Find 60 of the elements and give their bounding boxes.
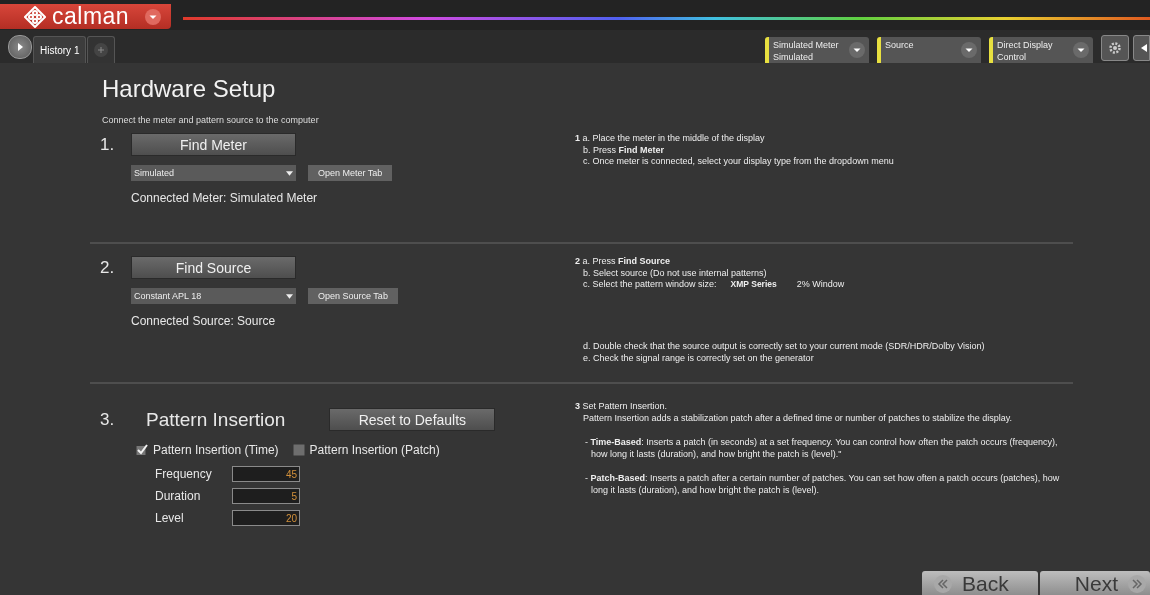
play-icon[interactable] [8,34,32,59]
gear-icon [1108,41,1122,55]
open-tab-button[interactable]: Open Meter Tab [308,165,393,181]
instruction-text: - Time-Based: Inserts a patch (in seconds) at a set frequency. You can control how often the patch occurs (frequency), how long it lasts (duration), and how bright the patch is (level)." [584,436,1059,460]
field-label: Duration [155,489,202,503]
number-field[interactable]: 45 [232,466,300,482]
caret-icon [849,42,865,58]
window-label: 2% Window [796,279,845,291]
status-text: Connected Source: Source [131,314,277,328]
caret-icon [145,8,162,25]
instruction-text: c. Select the pattern window size: [583,279,717,291]
caret-icon [1073,42,1089,58]
page-title: Hardware Setup [102,75,277,103]
back-button[interactable]: Back [922,571,1038,595]
status-text: Connected Meter: Simulated Meter [131,191,319,205]
instruction-text: - Patch-Based: Inserts a patch after a certain number of patches. You can set how often a patch occurs (patches), how long it lasts (duration), and how bright the patch is (level). [584,472,1061,496]
checkbox-label: Pattern Insertion (Time) [153,443,279,457]
instruction-text: e. Check the signal range is correctly set on the generator [582,352,815,364]
caret-icon [961,42,977,58]
device-dropdown[interactable]: Source [877,37,981,63]
instruction-text: 2 a. Press Find Source [575,256,672,268]
tab[interactable]: History 1 [33,36,87,63]
find-button[interactable]: Find Meter [131,133,296,156]
dropdown[interactable]: Simulated [131,165,296,181]
checkbox-label: Pattern Insertion (Patch) [309,443,440,457]
number-field[interactable]: 5 [232,488,300,504]
arrow-left-icon [1139,43,1149,53]
chevrons-icon [934,575,952,593]
device-dropdown[interactable]: Direct Display Control [989,37,1093,63]
caret-icon [286,170,293,176]
instruction-text: 3 Set Pattern Insertion. [575,400,669,412]
instruction-text: b. Select source (Do not use internal patterns) [582,267,768,279]
caret-icon [286,293,293,299]
instruction-text: Pattern Insertion adds a stabilization patch after a defined time or number of patches to stabilize the display. [582,412,1014,424]
chevrons-icon [1128,575,1146,593]
field-label: Frequency [155,467,213,481]
instruction-text: 1 a. Place the meter in the middle of the display [575,133,766,145]
series-label: XMP Series [730,279,777,291]
settings-button[interactable] [1101,35,1129,61]
step-number: 2. [99,257,116,278]
diamond-icon [24,5,46,28]
checkbox[interactable] [136,444,148,456]
instruction-text: d. Double check that the source output is correctly set to your current mode (SDR/HDR/Dolby Vision) [582,341,986,353]
open-tab-button[interactable]: Open Source Tab [308,288,398,304]
number-field[interactable]: 20 [232,510,300,526]
step-number: 3. [99,409,116,430]
instruction-text: c. Once meter is connected, select your display type from the dropdown menu [582,156,895,168]
section-title: Pattern Insertion [146,408,286,431]
reset-button[interactable]: Reset to Defaults [329,408,496,431]
device-dropdown[interactable]: Simulated Meter Simulated [765,37,869,63]
dropdown[interactable]: Constant APL 18 [131,288,296,304]
collapse-button[interactable] [1133,35,1150,61]
instruction-text: b. Press Find Meter [582,144,666,156]
step-number: 1. [99,134,116,155]
field-label: Level [155,511,185,525]
checkbox[interactable] [292,444,305,456]
page-subtitle: Connect the meter and pattern source to the computer [102,115,320,125]
app-logo[interactable]: calman [0,4,172,29]
next-button[interactable]: Next [1040,571,1150,595]
find-button[interactable]: Find Source [131,256,296,279]
